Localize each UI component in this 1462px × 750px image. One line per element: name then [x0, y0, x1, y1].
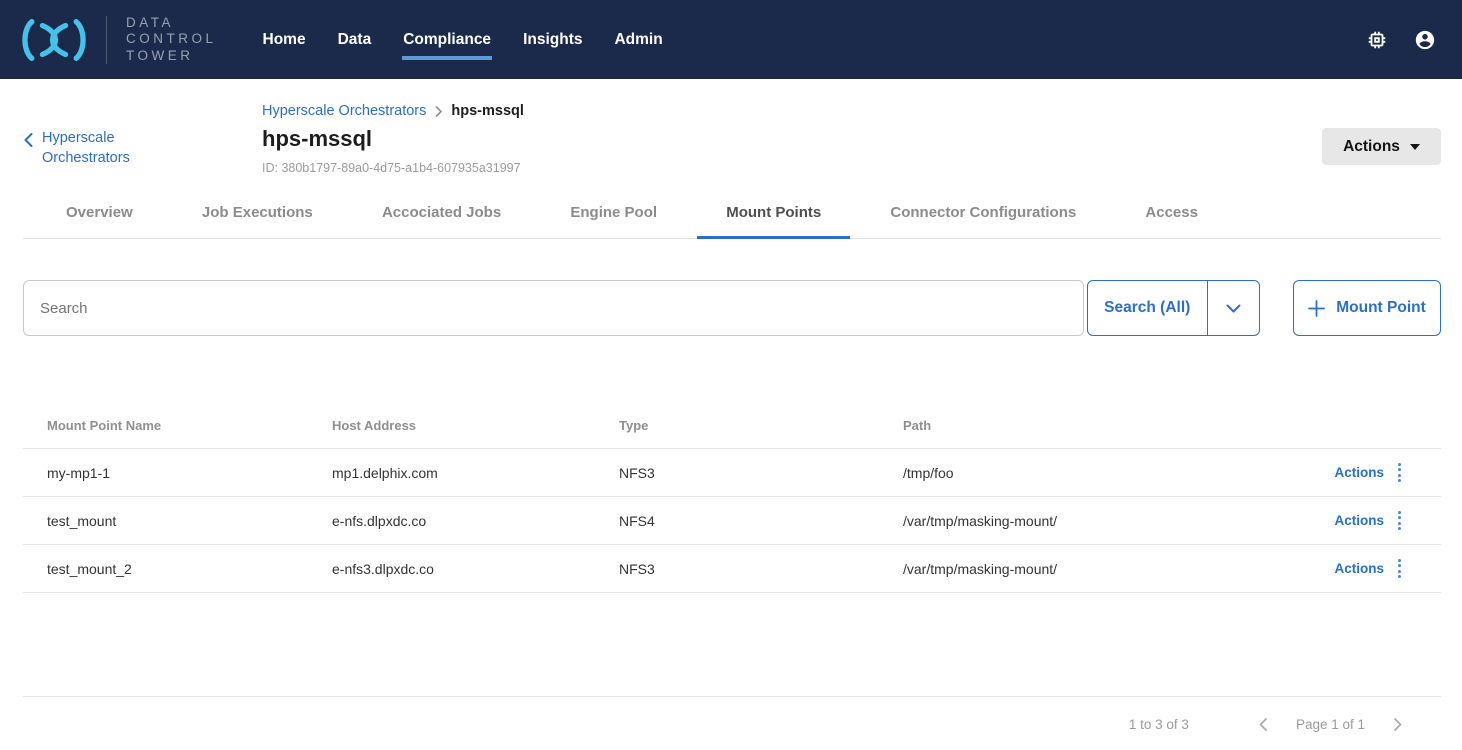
chip-settings-icon[interactable] [1366, 29, 1388, 51]
chevron-right-icon [1394, 718, 1402, 731]
brand-line: TOWER [126, 48, 217, 65]
search-scope-dropdown-button[interactable] [1208, 281, 1259, 335]
table-header-row: Mount Point Name Host Address Type Path [23, 403, 1441, 449]
search-split-button: Search (All) [1087, 280, 1260, 336]
cell-host-address: e-nfs3.dlpxdc.co [308, 561, 595, 577]
cell-type: NFS3 [595, 465, 879, 481]
primary-nav: Home Data Compliance Insights Admin [263, 25, 663, 55]
kebab-menu-icon[interactable] [1396, 509, 1403, 533]
back-link-label: Hyperscale Orchestrators [42, 128, 174, 168]
add-mount-point-label: Mount Point [1336, 299, 1426, 317]
column-header-path: Path [879, 418, 1189, 433]
tab-accociated-jobs[interactable]: Accociated Jobs [382, 191, 501, 238]
row-actions-link[interactable]: Actions [1334, 561, 1384, 576]
brand-line: DATA [126, 15, 217, 32]
plus-icon [1308, 300, 1325, 317]
cell-type: NFS4 [595, 513, 879, 529]
breadcrumb-current: hps-mssql [451, 103, 524, 119]
breadcrumb-separator-icon [435, 106, 442, 117]
row-actions-link[interactable]: Actions [1334, 513, 1384, 528]
delphix-logo-icon [16, 13, 92, 67]
search-input[interactable] [23, 280, 1084, 336]
tab-mount-points[interactable]: Mount Points [726, 191, 821, 238]
nav-item-data[interactable]: Data [338, 25, 372, 55]
tab-overview[interactable]: Overview [66, 191, 133, 238]
brand-wordmark: DATA CONTROL TOWER [126, 15, 217, 65]
cell-mount-point-name: test_mount_2 [23, 561, 308, 577]
page-header: Hyperscale Orchestrators Hyperscale Orch… [0, 79, 1462, 191]
kebab-menu-icon[interactable] [1396, 461, 1403, 485]
add-mount-point-button[interactable]: Mount Point [1293, 280, 1441, 336]
search-all-button[interactable]: Search (All) [1088, 281, 1207, 335]
chevron-down-icon [1226, 304, 1241, 313]
kebab-menu-icon[interactable] [1396, 557, 1403, 581]
column-header-host: Host Address [308, 418, 595, 433]
row-actions-link[interactable]: Actions [1334, 465, 1384, 480]
column-header-type: Type [595, 418, 879, 433]
header-center: Hyperscale Orchestrators hps-mssql hps-m… [262, 103, 524, 175]
table-row: my-mp1-1 mp1.delphix.com NFS3 /tmp/foo A… [23, 449, 1441, 497]
navbar-right [1366, 29, 1436, 51]
brand-line: CONTROL [126, 31, 217, 48]
detail-tabs: Overview Job Executions Accociated Jobs … [23, 191, 1441, 239]
page-title: hps-mssql [262, 126, 524, 152]
chevron-left-icon [1259, 718, 1267, 731]
page-actions-label: Actions [1343, 138, 1400, 156]
cell-actions: Actions [1189, 557, 1441, 581]
breadcrumb-parent-link[interactable]: Hyperscale Orchestrators [262, 103, 426, 119]
table-row: test_mount_2 e-nfs3.dlpxdc.co NFS3 /var/… [23, 545, 1441, 593]
caret-down-icon [1410, 144, 1420, 150]
nav-item-insights[interactable]: Insights [523, 25, 582, 55]
cell-mount-point-name: my-mp1-1 [23, 465, 308, 481]
cell-path: /var/tmp/masking-mount/ [879, 513, 1189, 529]
next-page-button[interactable] [1390, 716, 1406, 733]
back-link[interactable]: Hyperscale Orchestrators [24, 128, 174, 168]
cell-path: /tmp/foo [879, 465, 1189, 481]
nav-item-home[interactable]: Home [263, 25, 306, 55]
page-actions-button[interactable]: Actions [1322, 128, 1441, 165]
tab-access[interactable]: Access [1145, 191, 1198, 238]
entity-id: ID: 380b1797-89a0-4d75-a1b4-607935a31997 [262, 161, 524, 175]
cell-host-address: mp1.delphix.com [308, 465, 595, 481]
cell-mount-point-name: test_mount [23, 513, 308, 529]
tab-job-executions[interactable]: Job Executions [202, 191, 313, 238]
pagination: 1 to 3 of 3 Page 1 of 1 [0, 697, 1462, 750]
pagination-range: 1 to 3 of 3 [1129, 717, 1189, 732]
nav-item-admin[interactable]: Admin [614, 25, 662, 55]
mount-points-table: Mount Point Name Host Address Type Path … [23, 403, 1441, 593]
table-row: test_mount e-nfs.dlpxdc.co NFS4 /var/tmp… [23, 497, 1441, 545]
cell-type: NFS3 [595, 561, 879, 577]
previous-page-button[interactable] [1255, 716, 1271, 733]
breadcrumb: Hyperscale Orchestrators hps-mssql [262, 103, 524, 119]
top-navbar: DATA CONTROL TOWER Home Data Compliance … [0, 0, 1462, 79]
search-toolbar: Search (All) Mount Point [23, 280, 1441, 336]
chevron-left-icon [24, 133, 33, 147]
tab-engine-pool[interactable]: Engine Pool [570, 191, 657, 238]
tab-connector-configurations[interactable]: Connector Configurations [890, 191, 1076, 238]
pagination-page-label: Page 1 of 1 [1296, 717, 1365, 732]
logo-divider [106, 16, 107, 64]
cell-actions: Actions [1189, 509, 1441, 533]
account-icon[interactable] [1414, 29, 1436, 51]
cell-path: /var/tmp/masking-mount/ [879, 561, 1189, 577]
nav-item-compliance[interactable]: Compliance [403, 25, 491, 55]
column-header-name: Mount Point Name [23, 418, 308, 433]
cell-actions: Actions [1189, 461, 1441, 485]
cell-host-address: e-nfs.dlpxdc.co [308, 513, 595, 529]
